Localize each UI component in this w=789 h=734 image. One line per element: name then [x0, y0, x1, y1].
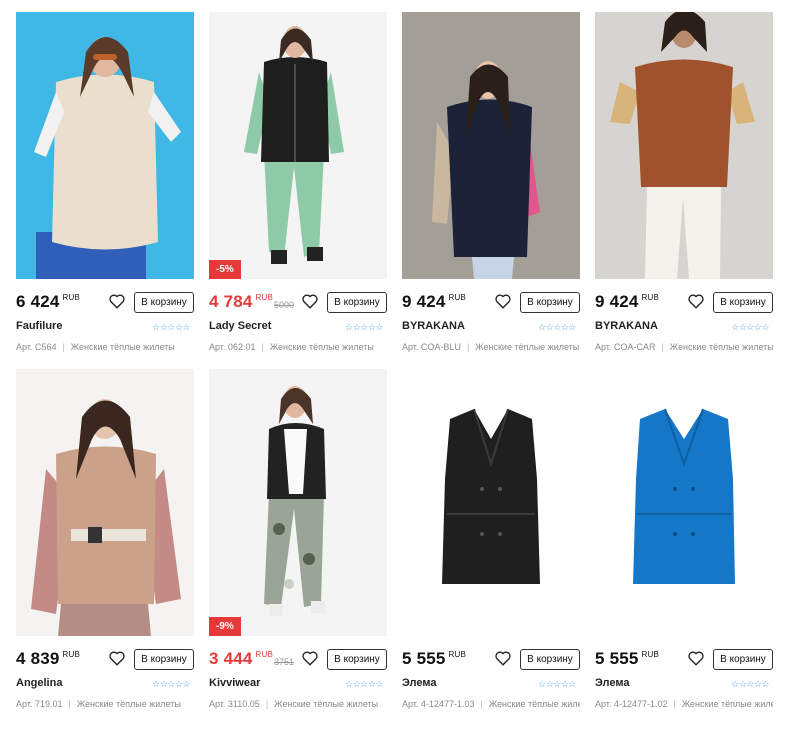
- brand-name[interactable]: Lady Secret: [209, 320, 271, 332]
- heart-icon[interactable]: [494, 292, 512, 310]
- category-link[interactable]: Женские тёплые жилеты: [475, 342, 579, 352]
- product-card[interactable]: -9% 3 444 RUB 3751 В корзину Kivviwear ☆☆…: [209, 369, 387, 709]
- discount-badge: -9%: [209, 617, 241, 636]
- brand-name[interactable]: Angelina: [16, 677, 62, 689]
- separator: |: [466, 342, 470, 352]
- add-to-cart-button[interactable]: В корзину: [520, 649, 580, 670]
- price: 3 444 RUB: [209, 649, 274, 668]
- product-image[interactable]: [16, 369, 194, 636]
- product-photo: [209, 12, 387, 279]
- product-photo: [402, 12, 580, 279]
- price: 5 555 RUB: [402, 649, 467, 668]
- product-card[interactable]: 6 424 RUB В корзину Faufilure ☆☆☆☆☆ Арт. …: [16, 12, 194, 352]
- product-photo: [16, 12, 194, 279]
- product-photo: [16, 369, 194, 636]
- product-card[interactable]: 9 424 RUB В корзину BYRAKANA ☆☆☆☆☆ Арт. C…: [595, 12, 773, 352]
- category-link[interactable]: Женские тёплые жилеты: [682, 699, 773, 709]
- brand-name[interactable]: Kivviwear: [209, 677, 260, 689]
- brand-name[interactable]: Элема: [402, 677, 436, 689]
- product-image[interactable]: [402, 12, 580, 279]
- product-photo: [595, 369, 773, 636]
- heart-icon[interactable]: [108, 292, 126, 310]
- rating-stars: ☆☆☆☆☆: [152, 679, 190, 689]
- heart-icon[interactable]: [687, 649, 705, 667]
- product-image[interactable]: [402, 369, 580, 636]
- heart-icon[interactable]: [301, 292, 319, 310]
- product-image[interactable]: -9%: [209, 369, 387, 636]
- article-number: Арт. C564: [16, 342, 57, 352]
- rating-stars: ☆☆☆☆☆: [345, 322, 383, 332]
- category-link[interactable]: Женские тёплые жилеты: [670, 342, 773, 352]
- rating-stars: ☆☆☆☆☆: [538, 322, 576, 332]
- rating-stars: ☆☆☆☆☆: [538, 679, 576, 689]
- article-number: Арт. 4-12477-1.02: [595, 699, 668, 709]
- price: 5 555 RUB: [595, 649, 660, 668]
- heart-icon[interactable]: [108, 649, 126, 667]
- product-image[interactable]: [595, 12, 773, 279]
- product-photo: [402, 369, 580, 636]
- separator: |: [673, 699, 676, 709]
- category-link[interactable]: Женские тёплые жилеты: [71, 342, 175, 352]
- brand-name[interactable]: BYRAKANA: [595, 320, 658, 332]
- brand-name[interactable]: Элема: [595, 677, 629, 689]
- add-to-cart-button[interactable]: В корзину: [327, 292, 387, 313]
- old-price: 3751: [274, 657, 295, 667]
- rating-stars: ☆☆☆☆☆: [731, 679, 769, 689]
- price: 9 424 RUB: [402, 292, 467, 311]
- product-card[interactable]: 4 839 RUB В корзину Angelina ☆☆☆☆☆ Арт. 7…: [16, 369, 194, 709]
- rating-stars: ☆☆☆☆☆: [731, 322, 769, 332]
- brand-name[interactable]: BYRAKANA: [402, 320, 465, 332]
- product-card[interactable]: 9 424 RUB В корзину BYRAKANA ☆☆☆☆☆ Арт. C…: [402, 12, 580, 352]
- product-image[interactable]: [595, 369, 773, 636]
- separator: |: [261, 342, 264, 352]
- price: 6 424 RUB: [16, 292, 81, 311]
- rating-stars: ☆☆☆☆☆: [152, 322, 190, 332]
- category-link[interactable]: Женские тёплые жилеты: [270, 342, 374, 352]
- product-image[interactable]: -5%: [209, 12, 387, 279]
- category-link[interactable]: Женские тёплые жилеты: [274, 699, 378, 709]
- separator: |: [68, 699, 71, 709]
- article-number: Арт. 3110.05: [209, 699, 260, 709]
- add-to-cart-button[interactable]: В корзину: [134, 649, 194, 670]
- article-number: Арт. 719.01: [16, 699, 63, 709]
- product-card[interactable]: 5 555 RUB В корзину Элема ☆☆☆☆☆ Арт. 4-12…: [595, 369, 773, 709]
- category-link[interactable]: Женские тёплые жилеты: [489, 699, 580, 709]
- price: 4 784 RUB: [209, 292, 274, 311]
- product-card[interactable]: -5% 4 784 RUB 5000 В корзину Lady Secret …: [209, 12, 387, 352]
- heart-icon[interactable]: [687, 292, 705, 310]
- discount-badge: -5%: [209, 260, 241, 279]
- separator: |: [661, 342, 664, 352]
- separator: |: [480, 699, 483, 709]
- article-number: Арт. COA-BLU: [402, 342, 461, 352]
- price: 4 839 RUB: [16, 649, 81, 668]
- article-number: Арт. COA-CAR: [595, 342, 656, 352]
- article-number: Арт. 062.01: [209, 342, 256, 352]
- article-number: Арт. 4-12477-1.03: [402, 699, 475, 709]
- add-to-cart-button[interactable]: В корзину: [327, 649, 387, 670]
- product-photo: [209, 369, 387, 636]
- rating-stars: ☆☆☆☆☆: [345, 679, 383, 689]
- add-to-cart-button[interactable]: В корзину: [713, 649, 773, 670]
- product-photo: [595, 12, 773, 279]
- product-card[interactable]: 5 555 RUB В корзину Элема ☆☆☆☆☆ Арт. 4-12…: [402, 369, 580, 709]
- separator: |: [265, 699, 269, 709]
- separator: |: [62, 342, 65, 352]
- product-image[interactable]: [16, 12, 194, 279]
- category-link[interactable]: Женские тёплые жилеты: [77, 699, 181, 709]
- heart-icon[interactable]: [494, 649, 512, 667]
- brand-name[interactable]: Faufilure: [16, 320, 62, 332]
- add-to-cart-button[interactable]: В корзину: [520, 292, 580, 313]
- add-to-cart-button[interactable]: В корзину: [134, 292, 194, 313]
- old-price: 5000: [274, 300, 295, 310]
- price: 9 424 RUB: [595, 292, 660, 311]
- add-to-cart-button[interactable]: В корзину: [713, 292, 773, 313]
- heart-icon[interactable]: [301, 649, 319, 667]
